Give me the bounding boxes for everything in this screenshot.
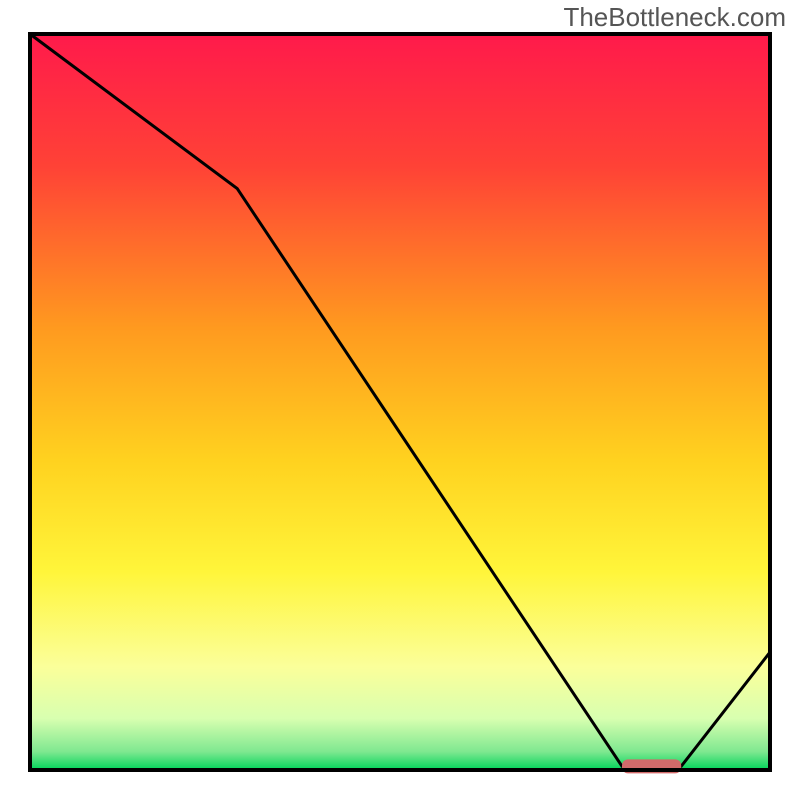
bottleneck-chart: [0, 0, 800, 800]
watermark-text: TheBottleneck.com: [563, 2, 786, 33]
plot-background: [30, 34, 770, 770]
chart-container: TheBottleneck.com: [0, 0, 800, 800]
